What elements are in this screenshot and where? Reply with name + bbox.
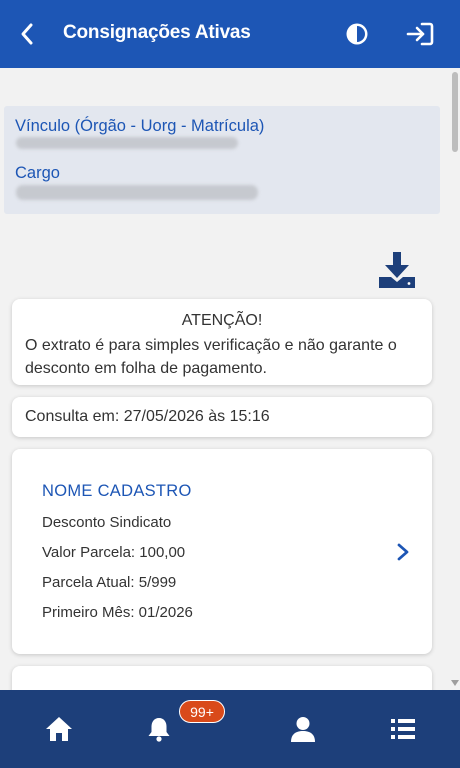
attention-title: ATENÇÃO! — [181, 312, 263, 329]
list-icon[interactable] — [389, 715, 417, 743]
app-header: Consignações Ativas — [0, 0, 460, 68]
consignacao-descricao: Desconto Sindicato — [42, 514, 172, 531]
page-title: Consignações Ativas — [63, 22, 251, 43]
consulta-card: Consulta em: 27/05/2026 às 15:16 — [12, 397, 432, 437]
vinculo-label: Vínculo (Órgão - Uorg - Matrícula) — [15, 117, 265, 135]
user-icon[interactable] — [289, 715, 317, 743]
logout-icon[interactable] — [406, 21, 434, 47]
consignacao-title: NOME CADASTRO — [42, 482, 192, 500]
notification-badge: 99+ — [179, 700, 225, 723]
bell-icon[interactable] — [145, 715, 173, 743]
consignacao-primeiro-mes: Primeiro Mês: 01/2026 — [42, 604, 193, 621]
chevron-left-icon[interactable] — [14, 20, 42, 48]
bottom-nav — [0, 690, 460, 768]
attention-text: O extrato é para simples verificação e n… — [25, 337, 397, 377]
consignacao-card[interactable]: NOME CADASTRO Desconto Sindicato Valor P… — [12, 449, 432, 654]
chevron-right-icon[interactable] — [396, 542, 410, 562]
scrollbar-thumb[interactable] — [452, 72, 458, 152]
consulta-timestamp: Consulta em: 27/05/2026 às 15:16 — [25, 408, 270, 425]
vinculo-panel: Vínculo (Órgão - Uorg - Matrícula) Cargo — [4, 106, 440, 214]
cargo-value-redacted — [16, 185, 258, 200]
attention-card: ATENÇÃO! O extrato é para simples verifi… — [12, 299, 432, 385]
vinculo-value-redacted — [16, 137, 238, 149]
cargo-label: Cargo — [15, 164, 60, 182]
contrast-icon[interactable] — [345, 22, 369, 46]
consignacao-valor: Valor Parcela: 100,00 — [42, 544, 186, 561]
home-icon[interactable] — [45, 715, 73, 743]
download-icon[interactable] — [378, 251, 416, 289]
scroll-down-arrow-icon[interactable] — [451, 680, 459, 686]
scrollbar[interactable] — [450, 68, 460, 690]
consignacao-parcela: Parcela Atual: 5/999 — [42, 574, 177, 591]
